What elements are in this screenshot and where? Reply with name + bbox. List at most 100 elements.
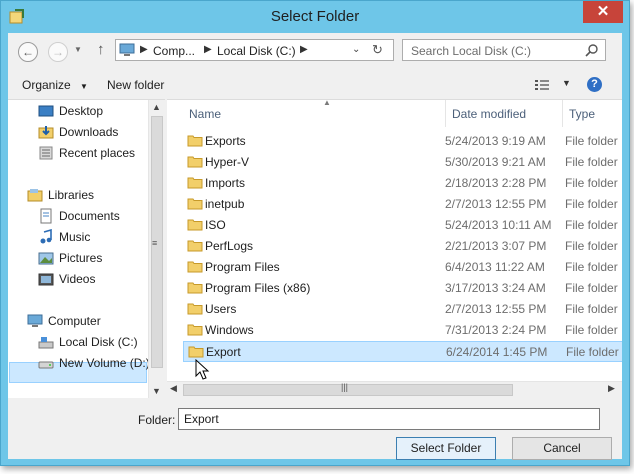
- back-button[interactable]: ←: [18, 42, 38, 62]
- scroll-up-icon[interactable]: ▲: [152, 102, 161, 112]
- file-date-modified: 5/30/2013 9:21 AM: [445, 155, 546, 169]
- file-date-modified: 3/17/2013 3:24 AM: [445, 281, 546, 295]
- scroll-left-icon[interactable]: ◀: [170, 383, 177, 394]
- file-type: File folder: [565, 323, 618, 337]
- folder-icon: [187, 324, 203, 336]
- close-button[interactable]: ✕: [583, 1, 623, 23]
- folder-name-input[interactable]: Export: [178, 408, 600, 430]
- scroll-down-icon[interactable]: ▼: [152, 386, 161, 396]
- computer-icon: [27, 314, 43, 327]
- title-bar[interactable]: Select Folder ✕: [1, 1, 629, 33]
- search-placeholder[interactable]: Search Local Disk (C:): [411, 44, 531, 58]
- sidebar-item-label: Computer: [48, 314, 101, 328]
- table-row[interactable]: Windows 7/31/2013 2:24 PM File folder: [183, 320, 622, 341]
- table-row[interactable]: ISO 5/24/2013 10:11 AM File folder: [183, 215, 622, 236]
- documents-icon: [40, 208, 52, 224]
- organize-menu[interactable]: Organize ▼: [22, 78, 88, 92]
- file-type: File folder: [565, 260, 618, 274]
- file-date-modified: 2/21/2013 3:07 PM: [445, 239, 547, 253]
- sort-ascending-icon: ▲: [323, 99, 331, 107]
- mouse-cursor-icon: [195, 359, 210, 380]
- computer-icon: [119, 43, 135, 56]
- file-type: File folder: [565, 239, 618, 253]
- recent-locations-dropdown[interactable]: ▼: [74, 45, 82, 54]
- table-row[interactable]: Program Files 6/4/2013 11:22 AM File folde…: [183, 257, 622, 278]
- view-dropdown-icon[interactable]: ▼: [562, 78, 571, 88]
- table-row[interactable]: inetpub 2/7/2013 12:55 PM File folder: [183, 194, 622, 215]
- folder-icon: [187, 282, 203, 294]
- folder-icon: [188, 346, 204, 358]
- file-name: Exports: [205, 134, 246, 148]
- search-box[interactable]: Search Local Disk (C:): [402, 39, 606, 61]
- view-options-icon[interactable]: [534, 78, 550, 92]
- file-type: File folder: [565, 218, 618, 232]
- table-row[interactable]: Program Files (x86) 3/17/2013 3:24 AM File…: [183, 278, 622, 299]
- refresh-icon[interactable]: ↻: [372, 42, 383, 58]
- music-icon: [40, 229, 52, 244]
- file-name: inetpub: [205, 197, 245, 211]
- file-name: PerfLogs: [205, 239, 254, 253]
- drive-icon: [38, 361, 54, 369]
- up-button[interactable]: ↑: [97, 41, 105, 58]
- sidebar-item-label: Libraries: [48, 188, 95, 202]
- navigation-bar: ← → ▼ ↑ ▶ Comp... ▶ Local Disk (C:) ▶ ⌄ …: [8, 33, 622, 73]
- column-header-label: Date modified: [452, 107, 527, 121]
- cancel-button[interactable]: Cancel: [512, 437, 612, 460]
- navigation-pane: Desktop Downloads Recent places Librarie…: [8, 99, 165, 398]
- file-type: File folder: [565, 155, 618, 169]
- address-chevron-icon[interactable]: ▶: [140, 44, 148, 55]
- table-row[interactable]: Imports 2/18/2013 2:28 PM File folder: [183, 173, 622, 194]
- file-name: Program Files (x86): [205, 281, 311, 295]
- window-title: Select Folder: [270, 8, 360, 25]
- address-chevron-icon[interactable]: ▶: [300, 44, 308, 55]
- libraries-icon: [27, 189, 43, 202]
- address-bar[interactable]: ▶ Comp... ▶ Local Disk (C:) ▶ ⌄ ↻: [115, 39, 394, 61]
- command-bar: Organize ▼ New folder ▼ ?: [8, 73, 622, 99]
- column-header-label: Type: [569, 107, 596, 121]
- file-date-modified: 2/7/2013 12:55 PM: [445, 197, 547, 211]
- address-chevron-icon[interactable]: ▶: [204, 44, 212, 55]
- file-type: File folder: [565, 281, 618, 295]
- file-list-scrollbar[interactable]: ◀ ||| ▶: [167, 381, 622, 398]
- navigation-pane-scrollbar[interactable]: ▲ ≡ ▼: [148, 100, 165, 398]
- file-name: Export: [206, 345, 241, 359]
- select-folder-dialog: Select Folder ✕ ← → ▼ ↑ ▶ Comp... ▶ Loca…: [0, 0, 630, 466]
- file-date-modified: 2/18/2013 2:28 PM: [445, 176, 547, 190]
- sidebar-item-label: Desktop: [59, 104, 104, 118]
- folder-icon: [187, 261, 203, 273]
- organize-label: Organize: [22, 78, 71, 92]
- search-icon[interactable]: [585, 43, 599, 57]
- file-list: Name ▲ Date modified Type Exports 5/24/20…: [167, 99, 622, 398]
- folder-icon: [187, 303, 203, 315]
- table-row[interactable]: Hyper-V 5/30/2013 9:21 AM File folder: [183, 152, 622, 173]
- chevron-down-icon: ▼: [80, 82, 88, 91]
- sidebar-item-label: Documents: [59, 209, 120, 223]
- folder-icon: [187, 240, 203, 252]
- sidebar-item-label: Music: [59, 230, 91, 244]
- column-header-date[interactable]: Date modified: [446, 100, 566, 127]
- select-folder-button[interactable]: Select Folder: [396, 437, 496, 460]
- address-segment[interactable]: Comp...: [153, 44, 195, 58]
- file-name: Hyper-V: [205, 155, 250, 169]
- sidebar-item-label: Local Disk (C:): [59, 335, 138, 349]
- scroll-right-icon[interactable]: ▶: [608, 383, 615, 394]
- forward-button[interactable]: →: [48, 42, 68, 62]
- address-dropdown-icon[interactable]: ⌄: [352, 44, 360, 55]
- column-header-label: Name: [189, 107, 222, 121]
- folder-icon: [187, 219, 203, 231]
- help-icon[interactable]: ?: [587, 77, 602, 92]
- table-row[interactable]: Export 6/24/2014 1:45 PM File folder: [183, 341, 622, 362]
- file-date-modified: 6/24/2014 1:45 PM: [446, 345, 548, 359]
- folder-icon: [187, 135, 203, 147]
- file-name: ISO: [205, 218, 226, 232]
- table-row[interactable]: Users 2/7/2013 12:55 PM File folder: [183, 299, 622, 320]
- address-segment[interactable]: Local Disk (C:): [217, 44, 296, 58]
- sidebar-item-label: Pictures: [59, 251, 103, 265]
- new-folder-button[interactable]: New folder: [107, 78, 164, 92]
- table-row[interactable]: PerfLogs 2/21/2013 3:07 PM File folder: [183, 236, 622, 257]
- column-header-name[interactable]: Name ▲: [183, 100, 445, 127]
- column-header-type[interactable]: Type: [563, 100, 622, 127]
- file-date-modified: 2/7/2013 12:55 PM: [445, 302, 547, 316]
- table-row[interactable]: Exports 5/24/2013 9:19 AM File folder: [183, 131, 622, 152]
- dialog-client: ← → ▼ ↑ ▶ Comp... ▶ Local Disk (C:) ▶ ⌄ …: [8, 33, 622, 460]
